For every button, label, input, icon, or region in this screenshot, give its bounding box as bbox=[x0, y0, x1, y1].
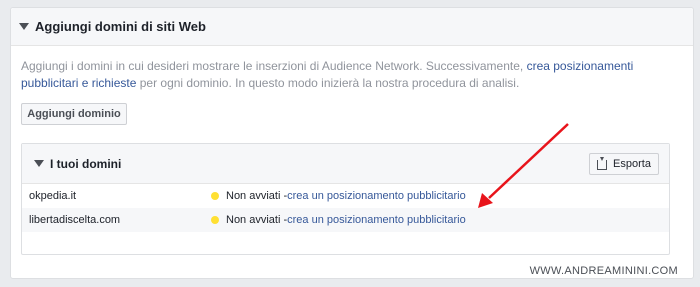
add-domain-button[interactable]: Aggiungi dominio bbox=[21, 103, 127, 125]
panel-header[interactable]: Aggiungi domini di siti Web bbox=[11, 8, 693, 46]
table-row: okpedia.it Non avviati - crea un posizio… bbox=[22, 184, 669, 208]
export-label: Esporta bbox=[613, 158, 651, 170]
your-domains-title: I tuoi domini bbox=[50, 156, 122, 171]
domain-status: Non avviati - crea un posizionamento pub… bbox=[211, 190, 466, 202]
domain-name: libertadiscelta.com bbox=[29, 214, 121, 226]
status-text: Non avviati - bbox=[226, 190, 288, 202]
export-icon bbox=[597, 157, 608, 170]
your-domains-panel: I tuoi domini Esporta okpedia.it Non avv… bbox=[21, 143, 670, 255]
status-text: Non avviati - bbox=[226, 214, 288, 226]
caret-down-icon[interactable] bbox=[19, 23, 29, 30]
description-text: Aggiungi i domini in cui desideri mostra… bbox=[21, 59, 527, 73]
status-dot-icon bbox=[211, 192, 219, 200]
domain-name: okpedia.it bbox=[29, 190, 77, 202]
panel-title: Aggiungi domini di siti Web bbox=[35, 19, 206, 34]
description-tail: per ogni dominio. In questo modo inizier… bbox=[136, 76, 520, 90]
status-dot-icon bbox=[211, 216, 219, 224]
table-row: libertadiscelta.com Non avviati - crea u… bbox=[22, 208, 669, 232]
create-placement-link[interactable]: crea un posizionamento pubblicitario bbox=[287, 214, 466, 226]
caret-down-icon[interactable] bbox=[34, 160, 44, 167]
domain-status: Non avviati - crea un posizionamento pub… bbox=[211, 214, 466, 226]
create-placement-link[interactable]: crea un posizionamento pubblicitario bbox=[287, 190, 466, 202]
watermark: WWW.ANDREAMININI.COM bbox=[529, 265, 678, 277]
panel-description: Aggiungi i domini in cui desideri mostra… bbox=[21, 58, 661, 92]
your-domains-header[interactable]: I tuoi domini Esporta bbox=[22, 144, 669, 184]
export-button[interactable]: Esporta bbox=[589, 153, 659, 175]
